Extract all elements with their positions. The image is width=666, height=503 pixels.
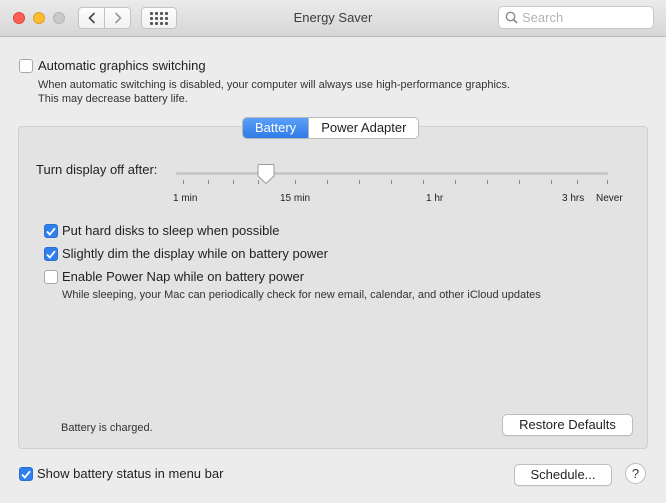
hard-disks-sleep-label: Put hard disks to sleep when possible — [62, 223, 280, 238]
search-field[interactable] — [498, 6, 654, 29]
slider-tick — [551, 180, 552, 184]
checkmark-icon — [46, 227, 56, 236]
checkmark-icon — [46, 250, 56, 259]
power-nap-description: While sleeping, your Mac can periodicall… — [62, 289, 541, 301]
titlebar: Energy Saver — [0, 0, 666, 37]
checkmark-icon — [21, 470, 31, 479]
schedule-button[interactable]: Schedule... — [514, 464, 612, 486]
slider-tick — [423, 180, 424, 184]
slider-tick — [295, 180, 296, 184]
dim-display-label: Slightly dim the display while on batter… — [62, 246, 328, 261]
help-button[interactable]: ? — [625, 463, 646, 484]
display-sleep-label: Turn display off after: — [36, 162, 158, 177]
battery-status-text: Battery is charged. — [61, 422, 153, 434]
tick-label-1-min: 1 min — [173, 193, 198, 204]
tick-label-15-min: 15 min — [280, 193, 311, 204]
slider-tick — [391, 180, 392, 184]
slider-tick — [487, 180, 488, 184]
show-battery-status-checkbox[interactable] — [19, 467, 33, 481]
power-nap-checkbox[interactable] — [44, 270, 58, 284]
display-sleep-slider[interactable] — [176, 172, 608, 175]
slider-tick — [327, 180, 328, 184]
slider-tick — [208, 180, 209, 184]
tick-label-never: Never — [596, 193, 623, 204]
graphics-switching-checkbox[interactable] — [19, 59, 33, 73]
slider-tick — [233, 180, 234, 184]
slider-tick — [455, 180, 456, 184]
power-nap-label: Enable Power Nap while on battery power — [62, 269, 305, 284]
graphics-switching-label: Automatic graphics switching — [38, 58, 206, 73]
tick-label-1-hr: 1 hr — [426, 193, 444, 204]
show-battery-status-label: Show battery status in menu bar — [37, 466, 224, 481]
dim-display-checkbox[interactable] — [44, 247, 58, 261]
hard-disks-sleep-checkbox[interactable] — [44, 224, 58, 238]
search-input[interactable] — [522, 10, 642, 25]
restore-defaults-button[interactable]: Restore Defaults — [502, 414, 633, 436]
slider-tick — [577, 180, 578, 184]
energy-saver-window: Energy Saver Automatic graphics switchin… — [0, 0, 666, 503]
slider-tick — [519, 180, 520, 184]
slider-tick — [359, 180, 360, 184]
tab-power-adapter[interactable]: Power Adapter — [308, 118, 418, 138]
search-icon — [505, 11, 518, 24]
tab-battery[interactable]: Battery — [243, 118, 309, 138]
power-source-tabs: Battery Power Adapter — [242, 117, 420, 139]
tick-label-3-hrs: 3 hrs — [562, 193, 585, 204]
slider-tick — [183, 180, 184, 184]
slider-tick — [607, 180, 608, 184]
slider-thumb[interactable] — [257, 163, 275, 185]
graphics-switching-description-line2: This may decrease battery life. — [38, 93, 188, 105]
graphics-switching-description-line1: When automatic switching is disabled, yo… — [38, 79, 510, 91]
